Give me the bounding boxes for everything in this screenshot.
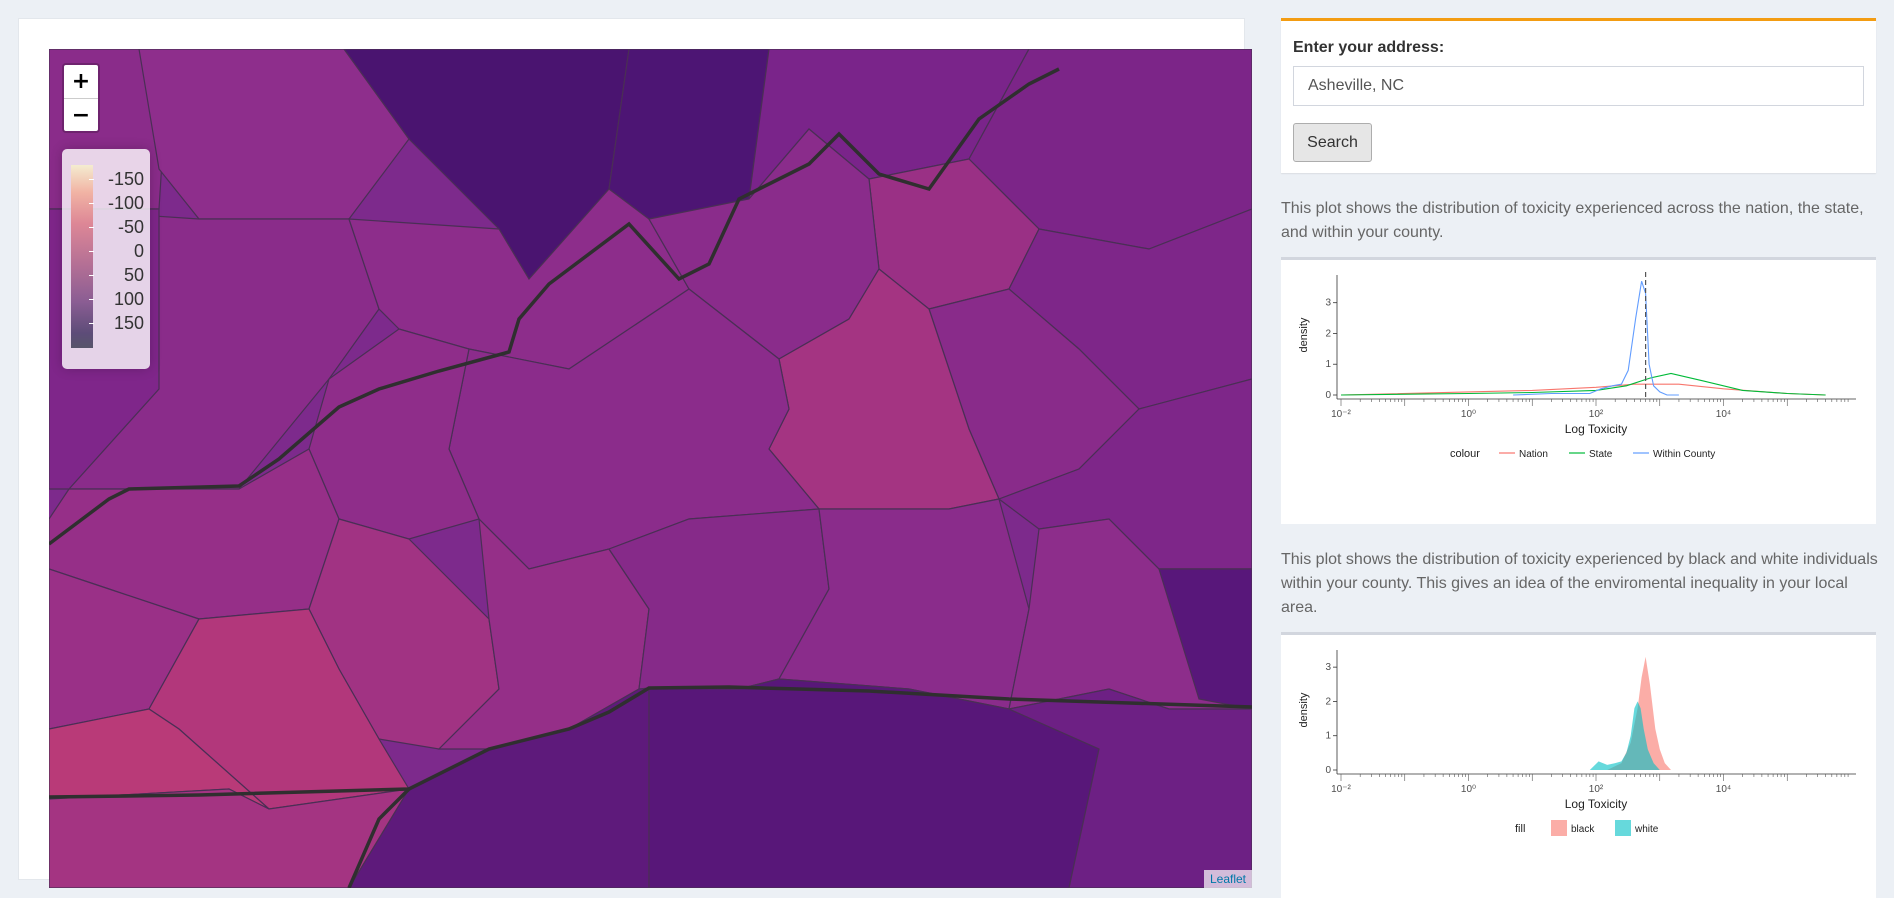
x-tick-label: 10⁰: [1461, 409, 1476, 420]
density-chart: 0 1 2 3 10⁻² 10⁰ 10² 10⁴ Log Toxicity density colo…: [1298, 272, 1856, 460]
legend-key: [1615, 820, 1631, 836]
y-axis-title: density: [1298, 692, 1310, 727]
zoom-control: + −: [62, 63, 100, 133]
county-regions: [49, 49, 1252, 888]
legend-label: 50: [123, 265, 144, 285]
x-tick-label: 10⁻²: [1331, 784, 1351, 795]
x-tick-label: 10²: [1589, 784, 1604, 795]
x-axis-title: Log Toxicity: [1565, 422, 1627, 436]
y-tick-label: 0: [1325, 765, 1331, 776]
legend-label: Nation: [1519, 449, 1548, 460]
search-button[interactable]: Search: [1293, 123, 1372, 162]
x-tick-label: 10²: [1589, 409, 1604, 420]
y-tick-label: 3: [1325, 662, 1331, 673]
legend-label: Within County: [1653, 449, 1715, 460]
address-label: Enter your address:: [1293, 39, 1445, 56]
series-line-state: [1340, 372, 1826, 396]
map-legend: -150 -100 -50 0 50 100 150: [62, 149, 150, 369]
plot2-description: This plot shows the distribution of toxi…: [1281, 551, 1878, 616]
plot1-description: This plot shows the distribution of toxi…: [1281, 200, 1864, 241]
x-tick-label: 10⁴: [1716, 409, 1731, 420]
y-tick-label: 1: [1325, 359, 1331, 370]
y-tick-label: 1: [1325, 731, 1331, 742]
legend-label: black: [1571, 824, 1595, 835]
choropleth-map[interactable]: + − -150 -100 -50 0 50 100 150 Leaflet: [49, 49, 1252, 888]
map-attribution: Leaflet: [1203, 870, 1252, 888]
address-panel: Enter your address: Search: [1281, 18, 1876, 173]
address-input[interactable]: [1293, 66, 1864, 106]
plot-nation-state-county: 0 1 2 3 10⁻² 10⁰ 10² 10⁴ Log Toxicity density colo…: [1281, 257, 1876, 524]
y-axis-title: density: [1298, 317, 1310, 352]
legend-label: State: [1589, 449, 1613, 460]
y-tick-label: 0: [1325, 390, 1331, 401]
legend-label: 150: [113, 313, 144, 333]
zoom-in-button[interactable]: +: [64, 65, 98, 98]
legend-title: colour: [1450, 448, 1480, 460]
legend-label: white: [1634, 824, 1659, 835]
legend-label: -150: [107, 169, 144, 189]
series-line-within-county: [1513, 281, 1679, 396]
legend-title: fill: [1515, 823, 1525, 835]
legend-label: -50: [117, 217, 144, 237]
legend-label: 0: [133, 241, 144, 261]
county-region: [608, 49, 770, 220]
x-tick-label: 10⁰: [1461, 784, 1476, 795]
y-tick-label: 3: [1325, 298, 1331, 309]
legend-color-bar: [71, 165, 93, 348]
plot-black-white: 0 1 2 3 10⁻² 10⁰ 10² 10⁴ Log Toxicity density fill…: [1281, 632, 1876, 898]
y-tick-label: 2: [1325, 328, 1331, 339]
density-chart: 0 1 2 3 10⁻² 10⁰ 10² 10⁴ Log Toxicity density fill…: [1298, 650, 1856, 836]
leaflet-link[interactable]: Leaflet: [1210, 872, 1246, 886]
legend-label: -100: [107, 193, 144, 213]
y-tick-label: 2: [1325, 696, 1331, 707]
map-panel: + − -150 -100 -50 0 50 100 150 Leaflet: [18, 18, 1252, 888]
zoom-out-button[interactable]: −: [64, 98, 98, 131]
x-tick-label: 10⁻²: [1331, 409, 1351, 420]
legend-key: [1551, 820, 1567, 836]
x-axis-title: Log Toxicity: [1565, 797, 1627, 811]
legend-label: 100: [113, 289, 144, 309]
x-tick-label: 10⁴: [1716, 784, 1731, 795]
